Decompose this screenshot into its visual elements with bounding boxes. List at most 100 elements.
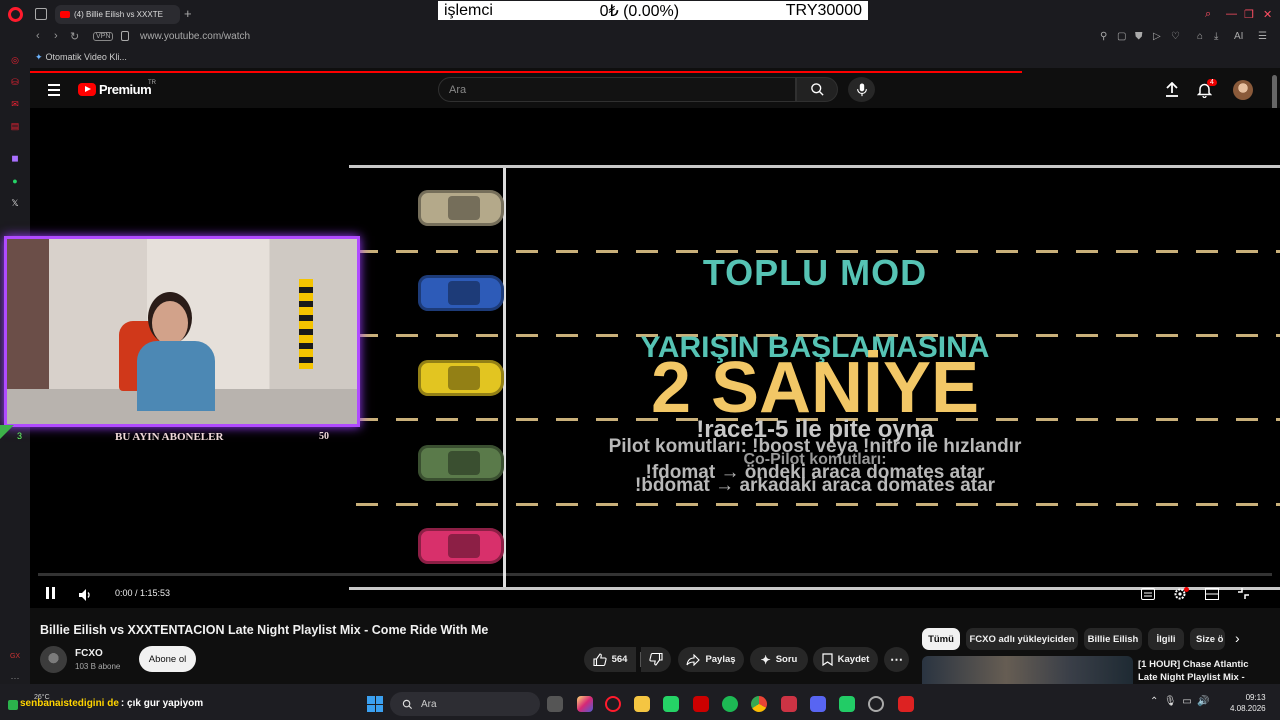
close-window-icon[interactable]: ✕ xyxy=(1263,8,1272,21)
lane-divider xyxy=(356,503,1280,506)
pin-icon[interactable]: ⚲ xyxy=(1100,31,1107,42)
search-button[interactable] xyxy=(796,77,838,102)
notification-count-badge: 4 xyxy=(1207,79,1217,86)
search-icon xyxy=(402,699,413,709)
webcam-overlay xyxy=(4,236,360,427)
bookmark-label: Otomatik Video Kli... xyxy=(45,52,127,62)
youtube-brand[interactable]: Premium xyxy=(99,82,152,97)
related-video-thumbnail[interactable] xyxy=(922,656,1133,684)
chrome-icon[interactable] xyxy=(751,696,767,712)
download-icon[interactable]: ⤓ xyxy=(1214,31,1218,42)
bookmark-icon xyxy=(822,653,833,666)
play-extension-icon[interactable]: ▷ xyxy=(1153,31,1161,42)
dislike-button[interactable] xyxy=(641,647,671,672)
miniplayer-icon xyxy=(1205,588,1219,600)
reload-icon[interactable]: ↻ xyxy=(70,30,79,43)
shopping-icon[interactable]: ⛁ xyxy=(9,76,21,88)
subtitles-button[interactable] xyxy=(1141,587,1155,600)
youtube-logo-icon[interactable] xyxy=(78,83,96,96)
chip-related[interactable]: İlgili xyxy=(1148,628,1184,650)
instagram-icon[interactable] xyxy=(577,696,593,712)
whatsapp-app-icon[interactable] xyxy=(663,696,679,712)
spotify-icon[interactable] xyxy=(722,696,738,712)
shield-icon[interactable]: ⛊ xyxy=(1135,31,1143,42)
voice-search-button[interactable] xyxy=(848,77,875,102)
clock-time: 09:13 xyxy=(1245,693,1266,702)
fullscreen-exit-icon xyxy=(1238,588,1249,599)
subscribe-button[interactable]: Abone ol xyxy=(139,646,196,672)
minimize-icon[interactable]: — xyxy=(1226,8,1237,20)
discord-icon[interactable] xyxy=(810,696,826,712)
news-icon[interactable]: ▤ xyxy=(9,120,21,132)
more-icon[interactable]: ⋯ xyxy=(9,672,21,684)
back-icon[interactable]: ‹ xyxy=(36,30,40,42)
microphone-icon xyxy=(856,82,867,96)
messenger-icon[interactable]: ✉ xyxy=(9,98,21,110)
share-button[interactable]: Paylaş xyxy=(678,647,744,672)
maximize-icon[interactable]: ❐ xyxy=(1244,8,1254,21)
gx-icon[interactable]: GX xyxy=(9,650,21,662)
new-tab-icon[interactable]: + xyxy=(184,6,192,21)
chip-for-you[interactable]: Size ö xyxy=(1190,628,1225,650)
account-avatar[interactable] xyxy=(1233,80,1253,100)
taskbar-clock[interactable]: 09:13 4.08.2026 xyxy=(1230,692,1266,714)
system-tray-icons[interactable]: ⌃ 🎙 ▭ 🔊 xyxy=(1150,696,1210,707)
guide-menu-icon[interactable] xyxy=(48,84,60,99)
chip-billie-eilish[interactable]: Billie Eilish xyxy=(1084,628,1142,650)
bookmark-item[interactable]: ✦ Otomatik Video Kli... xyxy=(35,52,127,63)
chatgpt-icon[interactable] xyxy=(868,696,884,712)
ask-button[interactable]: ✦ Soru xyxy=(750,647,808,672)
video-title: Billie Eilish vs XXXTENTACION Late Night… xyxy=(40,623,489,637)
app-icon-red[interactable] xyxy=(693,696,709,712)
forward-icon[interactable]: › xyxy=(54,30,58,42)
heart-icon[interactable]: ♡ xyxy=(1171,31,1180,42)
subs-goal-level: 3 xyxy=(17,431,23,441)
url-field[interactable]: www.youtube.com/watch xyxy=(140,31,250,42)
aria-icon[interactable]: ◎ xyxy=(9,54,21,66)
thumbs-up-icon xyxy=(593,653,607,666)
chip-all[interactable]: Tümü xyxy=(922,628,960,650)
vpn-badge[interactable]: VPN xyxy=(93,32,114,41)
opera-gx-icon[interactable] xyxy=(605,696,621,712)
windows-start-icon[interactable] xyxy=(367,696,383,712)
chevron-right-icon[interactable]: › xyxy=(1235,630,1240,646)
miniplayer-button[interactable] xyxy=(1205,587,1219,600)
whatsapp-icon[interactable]: ● xyxy=(9,175,21,187)
browser-tab-youtube[interactable]: (4) Billie Eilish vs XXXTE xyxy=(55,5,180,24)
save-button[interactable]: Kaydet xyxy=(813,647,878,672)
menu-icon[interactable]: ☰ xyxy=(1258,31,1267,42)
bdomat-command-text: !bdomat → arkadaki araca domates atar xyxy=(634,475,996,496)
wallet-icon[interactable]: ⌂ xyxy=(1197,31,1203,42)
opera-logo-icon[interactable] xyxy=(8,7,23,22)
search-input[interactable] xyxy=(438,77,796,102)
fullscreen-button[interactable] xyxy=(1237,587,1251,600)
x-icon[interactable]: 𝕏 xyxy=(9,197,21,209)
subs-goal-label: BU AYIN ABONELER xyxy=(115,431,224,443)
taskbar-search[interactable]: Ara xyxy=(390,692,540,716)
related-video-title[interactable]: [1 HOUR] Chase Atlantic Late Night Playl… xyxy=(1138,658,1268,684)
volume-button[interactable] xyxy=(79,588,93,606)
save-label: Kaydet xyxy=(837,654,870,665)
snapshot-icon[interactable]: ▢ xyxy=(1117,31,1126,42)
channel-avatar[interactable] xyxy=(40,646,67,673)
task-view-icon[interactable] xyxy=(547,696,563,712)
streaming-app-icon[interactable] xyxy=(898,696,914,712)
race-car-yellow xyxy=(418,360,504,396)
like-button[interactable]: 564 xyxy=(584,647,636,672)
subs-goal-count: 50 xyxy=(319,431,329,442)
chip-from-uploader[interactable]: FCXO adlı yükleyiciden xyxy=(966,628,1078,650)
twitch-icon[interactable]: ◼ xyxy=(9,152,21,164)
media-app-icon[interactable] xyxy=(839,696,855,712)
file-explorer-icon[interactable] xyxy=(634,696,650,712)
video-progress-bar[interactable] xyxy=(38,573,1272,576)
tab-overview-icon[interactable] xyxy=(35,8,47,20)
upload-button[interactable] xyxy=(1165,81,1179,102)
search-tabs-icon[interactable]: ⌕ xyxy=(1205,8,1211,21)
channel-name[interactable]: FCXO xyxy=(75,648,103,659)
stream-ticker-overlay: işlemci 0₺ (0.00%) TRY30000 xyxy=(438,1,868,20)
ai-icon[interactable]: AI xyxy=(1234,31,1243,42)
photo-app-icon[interactable] xyxy=(781,696,797,712)
pause-button[interactable] xyxy=(46,587,56,599)
more-actions-button[interactable]: ⋯ xyxy=(884,647,909,672)
lock-icon[interactable] xyxy=(121,31,129,41)
